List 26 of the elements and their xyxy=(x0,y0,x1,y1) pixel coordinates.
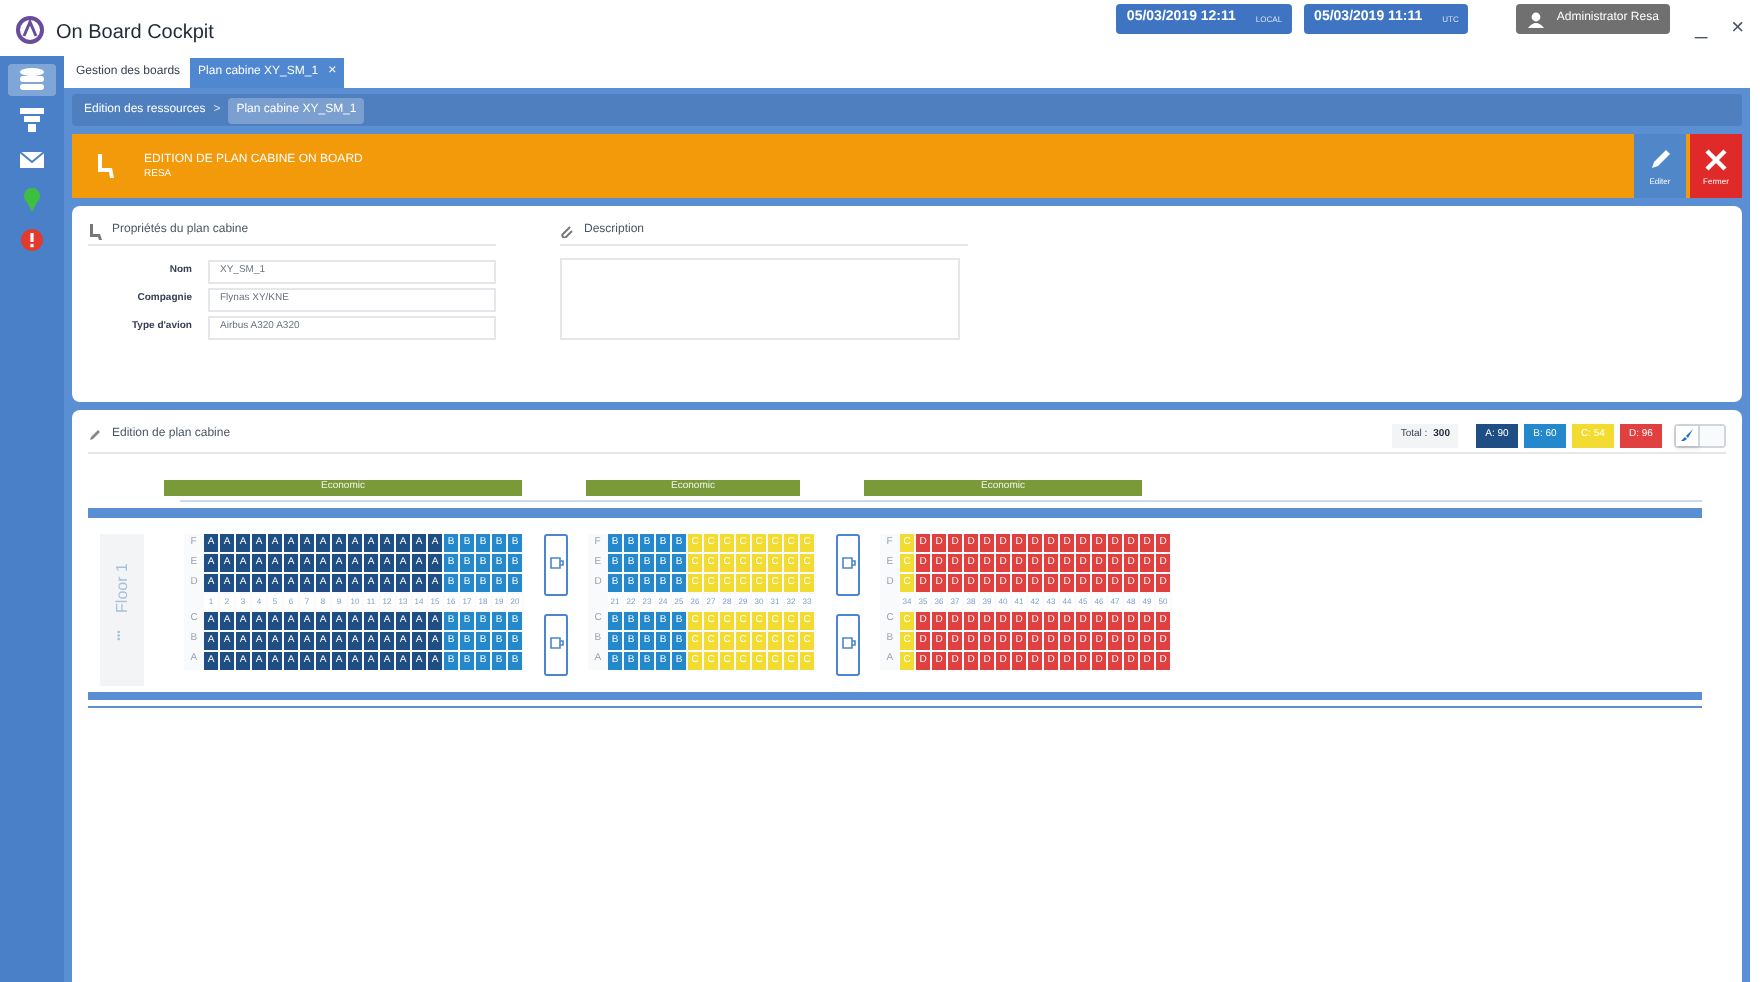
description-field[interactable] xyxy=(560,258,960,340)
layers-icon xyxy=(18,66,46,94)
minimize-button[interactable]: _ xyxy=(1694,18,1708,40)
seat-icon xyxy=(88,223,102,239)
galley-icon[interactable] xyxy=(544,534,568,596)
galley-icon[interactable] xyxy=(836,534,860,596)
pencil-icon xyxy=(88,428,102,442)
galley-icon[interactable] xyxy=(544,614,568,676)
brush-icon xyxy=(1680,428,1694,442)
sidebar-button[interactable] xyxy=(8,64,56,96)
toggle-button[interactable] xyxy=(1676,425,1700,445)
seat-icon xyxy=(92,152,116,180)
logo-icon xyxy=(16,16,44,44)
pin-icon xyxy=(18,186,46,214)
alert-icon xyxy=(18,226,46,254)
close-button[interactable]: × xyxy=(1731,18,1744,40)
close-icon xyxy=(1704,147,1728,171)
galley-icon[interactable] xyxy=(836,614,860,676)
pencil-icon xyxy=(1648,147,1672,171)
app-title: On Board Cockpit xyxy=(56,20,214,48)
mail-icon xyxy=(18,146,46,174)
floor-label: Floor 1 xyxy=(110,563,132,614)
paperclip-icon xyxy=(560,224,574,238)
toggle-button[interactable] xyxy=(1700,425,1724,445)
user-icon xyxy=(1528,11,1545,27)
filter-icon xyxy=(18,106,46,134)
